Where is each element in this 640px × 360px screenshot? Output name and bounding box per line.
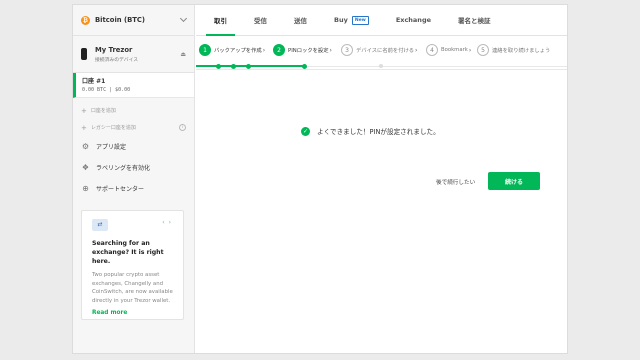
sidebar: ₿ Bitcoin (BTC) My Trezor 接続済みのデバイス ⏏ 口座… [73,5,195,353]
step-bookmark[interactable]: 4 Bookmark › [426,44,471,56]
exchange-promo-card: ⇄ ‹› Searching for an exchange? It is ri… [81,210,184,320]
add-account-label: 口座を追加 [90,108,116,114]
wallet-window: ₿ Bitcoin (BTC) My Trezor 接続済みのデバイス ⏏ 口座… [72,4,568,354]
step-stay-in-touch[interactable]: 5 連絡を取り続けましょう [477,44,550,56]
tab-receive[interactable]: 受信 [254,5,267,35]
exchange-icon: ⇄ [92,219,108,231]
chevron-right-icon: › [262,46,266,54]
tab-exchange[interactable]: Exchange [396,5,431,35]
progress-dot [216,63,221,69]
step-pin[interactable]: 2 PINロックを設定 › [273,44,332,56]
progress-dot [379,64,383,68]
sidebar-item-support[interactable]: ⊕ サポートセンター [73,178,194,199]
promo-pager[interactable]: ‹› [162,219,175,226]
tab-label: 署名と検証 [458,17,491,25]
step-name-device[interactable]: 3 デバイスに名前を付ける › [341,44,417,56]
device-header[interactable]: My Trezor 接続済みのデバイス ⏏ [73,36,194,73]
gear-icon: ⚙ [81,142,90,151]
step-label: Bookmark [441,47,468,53]
progress-dot [302,63,307,69]
tab-label: 取引 [214,17,227,25]
dropbox-icon: ❖ [81,163,90,172]
step-label: デバイスに名前を付ける [356,48,414,54]
chevron-right-icon: › [468,46,472,54]
chevron-right-icon: › [329,46,332,54]
success-message: ✓ よくできました！PINが設定されました。 [301,126,440,136]
step-label: PINロックを設定 [288,48,329,54]
step-label: 連絡を取り続けましょう [492,48,551,54]
trezor-device-icon [81,48,87,60]
sidebar-item-app-settings[interactable]: ⚙ アプリ設定 [73,136,194,157]
device-status: 接続済みのデバイス [95,57,139,63]
step-backup[interactable]: 1 バックアップを作成 › [199,44,265,56]
step-number: 5 [477,44,489,56]
promo-title: Searching for an exchange? It is right h… [92,240,164,265]
tab-label: Buy [334,16,348,24]
chevron-right-icon: › [415,46,418,54]
plus-icon: + [81,123,87,132]
new-badge: New [351,15,369,25]
tab-label: 送信 [294,17,307,25]
onboarding-steps: 1 バックアップを作成 › 2 PINロックを設定 › 3 デバイスに名前を付け… [196,36,567,70]
plus-icon: + [81,106,87,115]
promo-body: Two popular crypto asset exchanges, Chan… [92,272,173,304]
tab-sign-verify[interactable]: 署名と検証 [458,5,491,35]
step-number: 3 [341,44,353,56]
step-number: 2 [273,44,285,56]
progress-dot [246,63,251,69]
bitcoin-icon: ₿ [81,15,90,25]
account-balance: 0.00 BTC | $0.00 [82,87,131,93]
sidebar-item-label: サポートセンター [96,186,145,193]
continue-later-link[interactable]: 後で続行したい [436,178,475,186]
lifebuoy-icon: ⊕ [82,184,89,193]
device-name: My Trezor [95,45,133,54]
sidebar-item-label: アプリ設定 [96,144,127,151]
success-message-text: よくできました！PINが設定されました。 [317,128,440,136]
tab-bar: 取引 受信 送信 Buy New Exchange 署名と検証 [196,5,567,36]
tab-buy[interactable]: Buy New [334,5,369,35]
add-account-link[interactable]: + 口座を追加 [73,102,194,119]
add-legacy-label: レガシー口座を追加 [90,125,136,131]
read-more-link[interactable]: Read more [92,310,173,316]
tab-label: Exchange [395,16,432,24]
chevron-down-icon [179,14,188,23]
progress-dot [231,63,236,69]
account-title: 口座 #1 [82,78,106,85]
main-content: 取引 受信 送信 Buy New Exchange 署名と検証 1 バックアップ… [196,5,567,353]
sidebar-item-labeling[interactable]: ❖ ラベリングを有効化 [73,157,194,178]
continue-button[interactable]: 続ける [488,172,540,190]
step-label: バックアップを作成 [214,48,262,54]
step-number: 1 [199,44,211,56]
coin-selector[interactable]: ₿ Bitcoin (BTC) [73,5,194,36]
tab-transactions[interactable]: 取引 [206,5,235,36]
account-item[interactable]: 口座 #1 0.00 BTC | $0.00 [73,73,194,98]
eject-icon[interactable]: ⏏ [180,51,186,58]
check-circle-icon: ✓ [301,126,310,136]
add-legacy-account-link[interactable]: + レガシー口座を追加 i [73,119,194,136]
step-number: 4 [426,44,438,56]
info-icon[interactable]: i [179,124,186,131]
coin-label: Bitcoin (BTC) [95,16,146,24]
tab-label: 受信 [254,17,267,25]
sidebar-item-label: ラベリングを有効化 [96,165,151,172]
tab-send[interactable]: 送信 [294,5,307,35]
